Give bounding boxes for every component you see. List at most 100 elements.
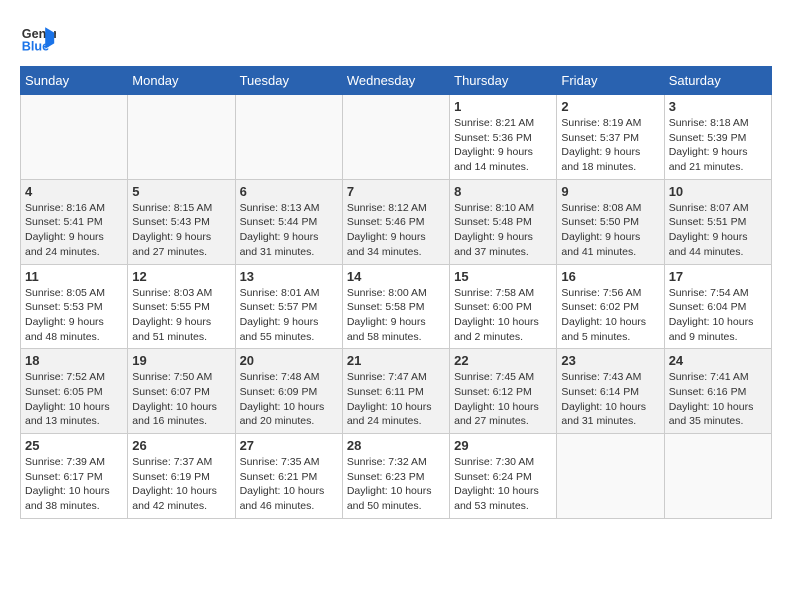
calendar-cell: 22 Sunrise: 7:45 AM Sunset: 6:12 PM Dayli… [450, 349, 557, 434]
day-info: Sunrise: 7:48 AM Sunset: 6:09 PM Dayligh… [240, 370, 338, 429]
day-info: Sunrise: 7:58 AM Sunset: 6:00 PM Dayligh… [454, 286, 552, 345]
calendar-cell: 6 Sunrise: 8:13 AM Sunset: 5:44 PM Daylig… [235, 179, 342, 264]
calendar-cell: 5Sunrise: 8:15 AM Sunset: 5:43 PM Daylig… [128, 179, 235, 264]
calendar-cell: 14 Sunrise: 8:00 AM Sunset: 5:58 PM Dayli… [342, 264, 449, 349]
calendar-cell: 26 Sunrise: 7:37 AM Sunset: 6:19 PM Dayli… [128, 434, 235, 519]
day-info: Sunrise: 8:08 AM Sunset: 5:50 PM Dayligh… [561, 201, 659, 260]
calendar-cell: 23 Sunrise: 7:43 AM Sunset: 6:14 PM Dayli… [557, 349, 664, 434]
day-info: Sunrise: 8:10 AM Sunset: 5:48 PM Dayligh… [454, 201, 552, 260]
calendar-cell [664, 434, 771, 519]
day-header-thursday: Thursday [450, 67, 557, 95]
day-number: 9 [561, 184, 659, 199]
day-info: Sunrise: 8:00 AM Sunset: 5:58 PM Dayligh… [347, 286, 445, 345]
day-number: 1 [454, 99, 552, 114]
day-info: Sunrise: 7:45 AM Sunset: 6:12 PM Dayligh… [454, 370, 552, 429]
day-number: 5 [132, 184, 230, 199]
calendar-header-row: SundayMondayTuesdayWednesdayThursdayFrid… [21, 67, 772, 95]
calendar-week-row: 25 Sunrise: 7:39 AM Sunset: 6:17 PM Dayli… [21, 434, 772, 519]
day-number: 17 [669, 269, 767, 284]
day-info: Sunrise: 7:56 AM Sunset: 6:02 PM Dayligh… [561, 286, 659, 345]
day-header-monday: Monday [128, 67, 235, 95]
calendar-cell: 28 Sunrise: 7:32 AM Sunset: 6:23 PM Dayli… [342, 434, 449, 519]
day-number: 27 [240, 438, 338, 453]
calendar-cell: 7 Sunrise: 8:12 AM Sunset: 5:46 PM Daylig… [342, 179, 449, 264]
day-header-friday: Friday [557, 67, 664, 95]
day-number: 29 [454, 438, 552, 453]
calendar-cell: 11Sunrise: 8:05 AM Sunset: 5:53 PM Dayli… [21, 264, 128, 349]
calendar-cell: 17 Sunrise: 7:54 AM Sunset: 6:04 PM Dayli… [664, 264, 771, 349]
day-number: 7 [347, 184, 445, 199]
day-info: Sunrise: 8:07 AM Sunset: 5:51 PM Dayligh… [669, 201, 767, 260]
day-number: 15 [454, 269, 552, 284]
calendar-cell [342, 95, 449, 180]
calendar-cell: 21 Sunrise: 7:47 AM Sunset: 6:11 PM Dayli… [342, 349, 449, 434]
day-number: 2 [561, 99, 659, 114]
calendar-cell: 20 Sunrise: 7:48 AM Sunset: 6:09 PM Dayli… [235, 349, 342, 434]
calendar-cell: 15 Sunrise: 7:58 AM Sunset: 6:00 PM Dayli… [450, 264, 557, 349]
calendar-cell: 2 Sunrise: 8:19 AM Sunset: 5:37 PM Daylig… [557, 95, 664, 180]
calendar-cell: 13Sunrise: 8:01 AM Sunset: 5:57 PM Dayli… [235, 264, 342, 349]
day-number: 23 [561, 353, 659, 368]
day-number: 14 [347, 269, 445, 284]
day-number: 20 [240, 353, 338, 368]
day-header-wednesday: Wednesday [342, 67, 449, 95]
calendar-week-row: 18 Sunrise: 7:52 AM Sunset: 6:05 PM Dayli… [21, 349, 772, 434]
day-info: Sunrise: 7:43 AM Sunset: 6:14 PM Dayligh… [561, 370, 659, 429]
day-info: Sunrise: 8:01 AM Sunset: 5:57 PM Dayligh… [240, 286, 338, 345]
calendar-cell [128, 95, 235, 180]
day-header-saturday: Saturday [664, 67, 771, 95]
calendar: SundayMondayTuesdayWednesdayThursdayFrid… [20, 66, 772, 519]
day-number: 12 [132, 269, 230, 284]
day-info: Sunrise: 7:35 AM Sunset: 6:21 PM Dayligh… [240, 455, 338, 514]
calendar-cell: 9 Sunrise: 8:08 AM Sunset: 5:50 PM Daylig… [557, 179, 664, 264]
day-number: 4 [25, 184, 123, 199]
logo: General Blue [20, 20, 60, 56]
day-number: 19 [132, 353, 230, 368]
day-info: Sunrise: 7:54 AM Sunset: 6:04 PM Dayligh… [669, 286, 767, 345]
day-info: Sunrise: 8:16 AM Sunset: 5:41 PM Dayligh… [25, 201, 123, 260]
day-info: Sunrise: 7:32 AM Sunset: 6:23 PM Dayligh… [347, 455, 445, 514]
day-info: Sunrise: 8:13 AM Sunset: 5:44 PM Dayligh… [240, 201, 338, 260]
day-info: Sunrise: 8:03 AM Sunset: 5:55 PM Dayligh… [132, 286, 230, 345]
day-number: 3 [669, 99, 767, 114]
calendar-cell: 10 Sunrise: 8:07 AM Sunset: 5:51 PM Dayli… [664, 179, 771, 264]
day-number: 21 [347, 353, 445, 368]
calendar-cell: 25 Sunrise: 7:39 AM Sunset: 6:17 PM Dayli… [21, 434, 128, 519]
svg-text:Blue: Blue [22, 40, 49, 54]
day-number: 25 [25, 438, 123, 453]
day-number: 24 [669, 353, 767, 368]
logo-icon: General Blue [20, 20, 56, 56]
day-number: 18 [25, 353, 123, 368]
day-number: 26 [132, 438, 230, 453]
calendar-cell: 8 Sunrise: 8:10 AM Sunset: 5:48 PM Daylig… [450, 179, 557, 264]
calendar-week-row: 4 Sunrise: 8:16 AM Sunset: 5:41 PM Daylig… [21, 179, 772, 264]
header: General Blue [20, 20, 772, 56]
day-number: 6 [240, 184, 338, 199]
day-number: 8 [454, 184, 552, 199]
day-info: Sunrise: 8:18 AM Sunset: 5:39 PM Dayligh… [669, 116, 767, 175]
day-header-tuesday: Tuesday [235, 67, 342, 95]
calendar-cell: 4 Sunrise: 8:16 AM Sunset: 5:41 PM Daylig… [21, 179, 128, 264]
day-info: Sunrise: 7:30 AM Sunset: 6:24 PM Dayligh… [454, 455, 552, 514]
day-number: 28 [347, 438, 445, 453]
day-info: Sunrise: 8:12 AM Sunset: 5:46 PM Dayligh… [347, 201, 445, 260]
day-info: Sunrise: 7:41 AM Sunset: 6:16 PM Dayligh… [669, 370, 767, 429]
calendar-cell: 16Sunrise: 7:56 AM Sunset: 6:02 PM Dayli… [557, 264, 664, 349]
day-info: Sunrise: 7:47 AM Sunset: 6:11 PM Dayligh… [347, 370, 445, 429]
calendar-week-row: 11Sunrise: 8:05 AM Sunset: 5:53 PM Dayli… [21, 264, 772, 349]
calendar-cell: 24 Sunrise: 7:41 AM Sunset: 6:16 PM Dayli… [664, 349, 771, 434]
calendar-cell: 1Sunrise: 8:21 AM Sunset: 5:36 PM Daylig… [450, 95, 557, 180]
day-number: 22 [454, 353, 552, 368]
day-header-sunday: Sunday [21, 67, 128, 95]
day-info: Sunrise: 7:52 AM Sunset: 6:05 PM Dayligh… [25, 370, 123, 429]
day-info: Sunrise: 7:37 AM Sunset: 6:19 PM Dayligh… [132, 455, 230, 514]
calendar-cell [21, 95, 128, 180]
day-number: 11 [25, 269, 123, 284]
day-info: Sunrise: 7:39 AM Sunset: 6:17 PM Dayligh… [25, 455, 123, 514]
calendar-cell [557, 434, 664, 519]
calendar-cell: 18 Sunrise: 7:52 AM Sunset: 6:05 PM Dayli… [21, 349, 128, 434]
calendar-cell: 29 Sunrise: 7:30 AM Sunset: 6:24 PM Dayli… [450, 434, 557, 519]
day-info: Sunrise: 8:19 AM Sunset: 5:37 PM Dayligh… [561, 116, 659, 175]
calendar-cell: 12 Sunrise: 8:03 AM Sunset: 5:55 PM Dayli… [128, 264, 235, 349]
day-number: 10 [669, 184, 767, 199]
